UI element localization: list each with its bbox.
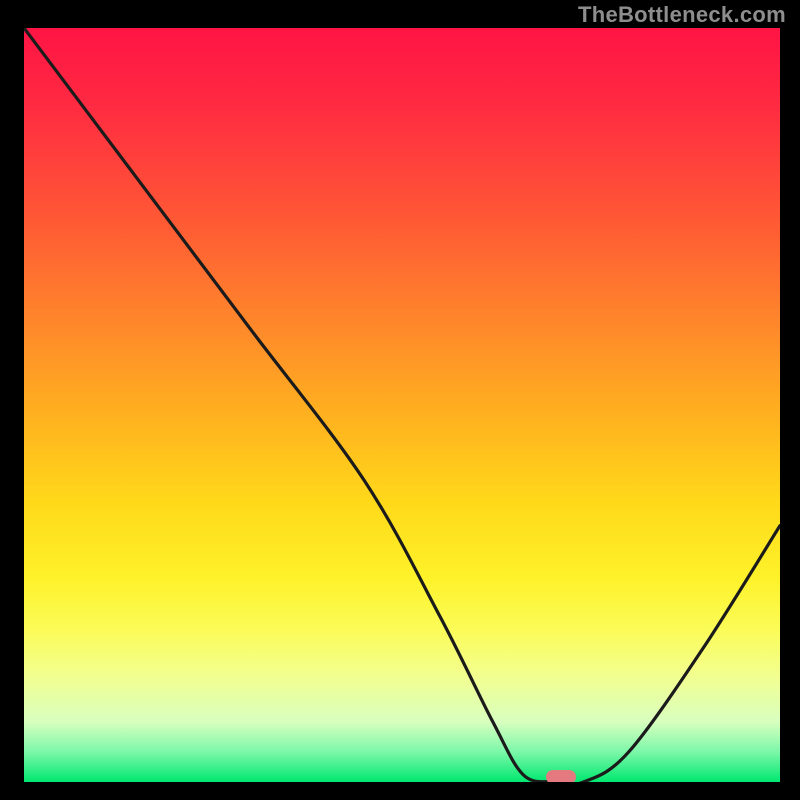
watermark-text: TheBottleneck.com (578, 2, 786, 28)
plot-area (24, 28, 780, 782)
bottleneck-curve (24, 28, 780, 782)
optimum-marker (546, 770, 576, 782)
chart-frame: TheBottleneck.com (0, 0, 800, 800)
